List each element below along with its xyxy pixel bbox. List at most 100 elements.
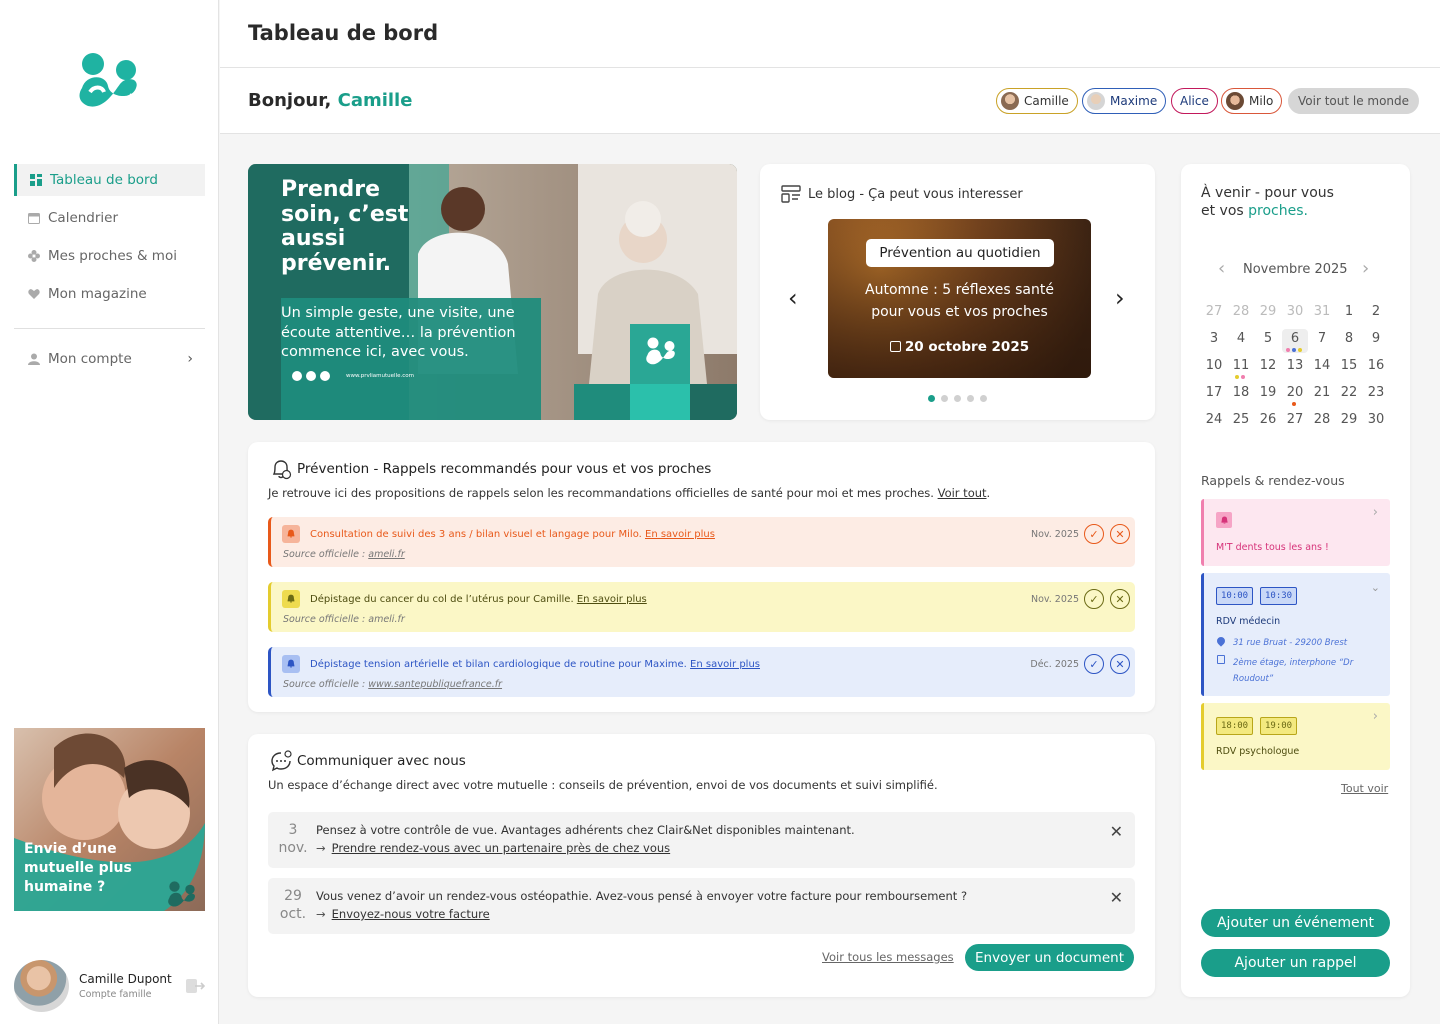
person-chip-camille[interactable]: Camille	[996, 88, 1078, 114]
promo-text: Envie d’une mutuelle plus humaine ?	[24, 841, 132, 895]
learn-more-link[interactable]: En savoir plus	[577, 594, 647, 605]
calendar-day[interactable]: 31	[1309, 302, 1335, 326]
see-all-link[interactable]: Tout voir	[1341, 782, 1388, 795]
calendar-day[interactable]: 14	[1309, 356, 1335, 380]
calendar-day[interactable]: 30	[1363, 410, 1389, 434]
greeting-prefix: Bonjour,	[248, 90, 332, 111]
calendar-day[interactable]: 21	[1309, 383, 1335, 407]
carousel-dot[interactable]	[967, 395, 974, 402]
calendar-prev-icon[interactable]: ‹	[1218, 258, 1225, 279]
calendar-day[interactable]: 15	[1336, 356, 1362, 380]
appointment-item[interactable]: 10:00 10:30 RDV médecin 31 rue Bruat - 2…	[1201, 573, 1390, 696]
dismiss-button[interactable]: ✕	[1110, 654, 1130, 674]
carousel-dot[interactable]	[928, 395, 935, 402]
calendar-next-icon[interactable]: ›	[1362, 258, 1369, 279]
carousel-prev-icon[interactable]: ‹	[788, 284, 798, 312]
calendar-day[interactable]: 30	[1282, 302, 1308, 326]
calendar-day[interactable]: 23	[1363, 383, 1389, 407]
calendar-day[interactable]: 9	[1363, 329, 1389, 353]
sidebar-item-calendar[interactable]: Calendrier	[14, 202, 205, 234]
chevron-right-icon[interactable]: ›	[1373, 505, 1378, 520]
message-month: nov.	[278, 840, 308, 856]
calendar-day[interactable]: 1	[1336, 302, 1362, 326]
instagram-icon[interactable]	[292, 371, 302, 381]
appointment-item[interactable]: M'T dents tous les ans ! ›	[1201, 499, 1390, 566]
calendar-day[interactable]: 27	[1282, 410, 1308, 434]
accept-button[interactable]: ✓	[1084, 654, 1104, 674]
sidebar-item-account[interactable]: Mon compte ›	[14, 343, 205, 375]
user-profile[interactable]: Camille Dupont Compte famille	[14, 960, 205, 1012]
calendar-day[interactable]: 12	[1255, 356, 1281, 380]
calendar-day[interactable]: 24	[1201, 410, 1227, 434]
person-chip-milo[interactable]: Milo	[1221, 88, 1283, 114]
chevron-down-icon[interactable]: ⌄	[1371, 581, 1380, 594]
calendar-day[interactable]: 4	[1228, 329, 1254, 353]
calendar-day[interactable]: 7	[1309, 329, 1335, 353]
calendar-day[interactable]: 8	[1336, 329, 1362, 353]
learn-more-link[interactable]: En savoir plus	[645, 529, 715, 540]
learn-more-link[interactable]: En savoir plus	[690, 659, 760, 670]
calendar-day[interactable]: 13	[1282, 356, 1308, 380]
calendar-day[interactable]: 26	[1255, 410, 1281, 434]
sidebar: Tableau de bord Calendrier Mes proches &…	[0, 0, 219, 1024]
calendar-day[interactable]: 10	[1201, 356, 1227, 380]
person-chip-maxime[interactable]: Maxime	[1082, 88, 1167, 114]
source-link[interactable]: ameli.fr	[368, 549, 404, 560]
calendar-day[interactable]: 28	[1309, 410, 1335, 434]
calendar-day[interactable]: 20	[1282, 383, 1308, 407]
sidebar-item-magazine[interactable]: Mon magazine	[14, 278, 205, 310]
person-chip-alice[interactable]: Alice	[1171, 88, 1218, 114]
calendar-day[interactable]: 29	[1255, 302, 1281, 326]
calendar-day[interactable]: 11	[1228, 356, 1254, 380]
chevron-right-icon[interactable]: ›	[1373, 709, 1378, 724]
carousel-dot[interactable]	[954, 395, 961, 402]
accept-button[interactable]: ✓	[1084, 524, 1104, 544]
promo-banner[interactable]: Envie d’une mutuelle plus humaine ?	[14, 728, 205, 911]
see-everyone-button[interactable]: Voir tout le monde	[1288, 88, 1420, 114]
sidebar-item-dashboard[interactable]: Tableau de bord	[14, 164, 205, 196]
close-icon[interactable]: ✕	[1110, 822, 1123, 841]
calendar-day[interactable]: 2	[1363, 302, 1389, 326]
calendar-day[interactable]: 28	[1228, 302, 1254, 326]
avatar	[1226, 92, 1244, 110]
dismiss-button[interactable]: ✕	[1110, 589, 1130, 609]
reminder-source-row: Source officielle : ameli.fr	[283, 549, 405, 560]
send-document-button[interactable]: Envoyer un document	[965, 944, 1134, 971]
blog-slide[interactable]: Prévention au quotidien Automne : 5 réfl…	[828, 219, 1091, 378]
prevention-see-all-link[interactable]: Voir tout	[938, 486, 987, 500]
dismiss-button[interactable]: ✕	[1110, 524, 1130, 544]
carousel-dot[interactable]	[941, 395, 948, 402]
calendar-day[interactable]: 5	[1255, 329, 1281, 353]
source-link[interactable]: www.santepubliquefrance.fr	[368, 679, 502, 690]
bell-icon	[282, 525, 300, 543]
whatsapp-icon[interactable]	[306, 371, 316, 381]
user-role: Compte famille	[79, 989, 152, 1000]
calendar-day[interactable]: 18	[1228, 383, 1254, 407]
calendar-day[interactable]: 27	[1201, 302, 1227, 326]
calendar-day[interactable]: 17	[1201, 383, 1227, 407]
calendar-day[interactable]: 22	[1336, 383, 1362, 407]
message-link[interactable]: Prendre rendez-vous avec un partenaire p…	[332, 841, 671, 855]
appointment-item[interactable]: 18:00 19:00 RDV psychologue ›	[1201, 703, 1390, 770]
carousel-dot[interactable]	[980, 395, 987, 402]
calendar-day[interactable]: 19	[1255, 383, 1281, 407]
close-icon[interactable]: ✕	[1110, 888, 1123, 907]
calendar-day[interactable]: 29	[1336, 410, 1362, 434]
accept-button[interactable]: ✓	[1084, 589, 1104, 609]
calendar-day[interactable]: 25	[1228, 410, 1254, 434]
reminder-item: Consultation de suivi des 3 ans / bilan …	[268, 517, 1135, 567]
calendar-day[interactable]: 16	[1363, 356, 1389, 380]
greeting: Bonjour, Camille	[248, 90, 412, 111]
logout-icon[interactable]	[185, 977, 205, 995]
all-messages-link[interactable]: Voir tous les messages	[822, 950, 954, 964]
sidebar-item-family[interactable]: Mes proches & moi	[14, 240, 205, 272]
facebook-icon[interactable]	[320, 371, 330, 381]
blog-date-row: 20 octobre 2025	[828, 339, 1091, 355]
carousel-next-icon[interactable]: ›	[1115, 284, 1125, 312]
add-event-button[interactable]: Ajouter un événement	[1201, 909, 1390, 937]
message-link[interactable]: Envoyez-nous votre facture	[332, 907, 490, 921]
hero-banner[interactable]: Prendre soin, c’est aussi prévenir. Un s…	[248, 164, 737, 420]
calendar-day[interactable]: 3	[1201, 329, 1227, 353]
calendar-day[interactable]: 6	[1282, 329, 1308, 353]
add-reminder-button[interactable]: Ajouter un rappel	[1201, 949, 1390, 977]
